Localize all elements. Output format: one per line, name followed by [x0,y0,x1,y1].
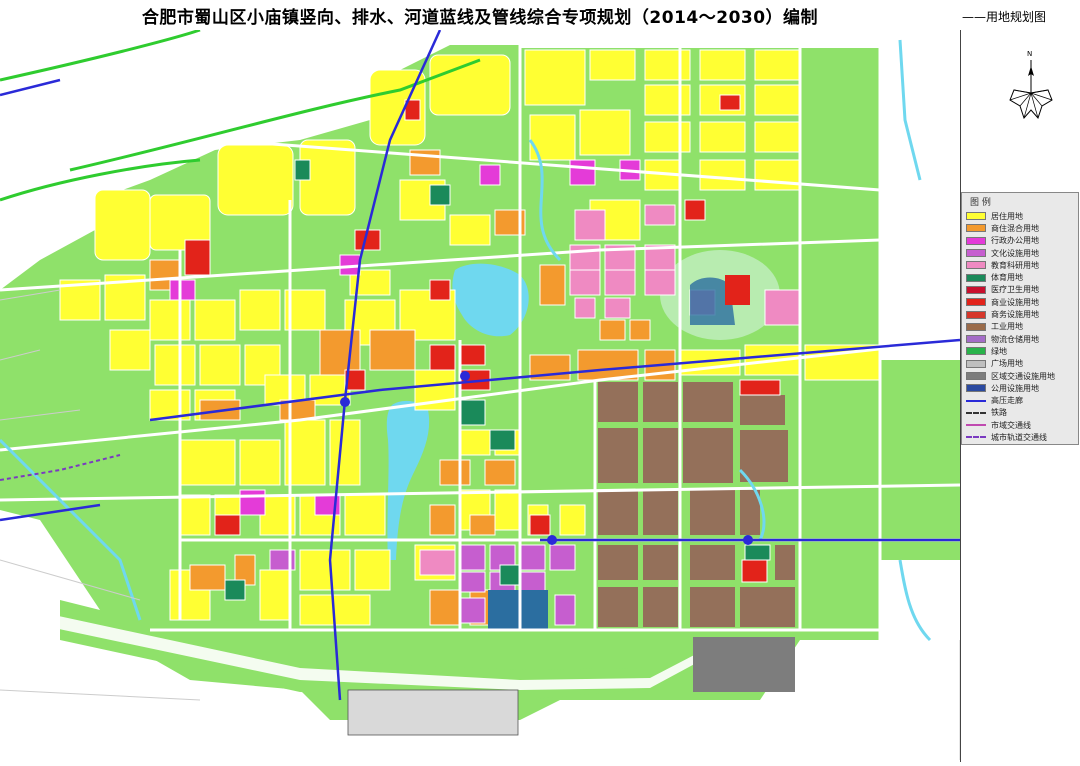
station-block [693,637,795,692]
legend-label: 文化设施用地 [991,248,1039,258]
legend-item: 行政办公用地 [962,235,1078,247]
legend-item: 体育用地 [962,271,1078,283]
legend-label: 高压走廊 [991,396,1023,406]
legend-line-symbol [966,411,986,414]
legend-item: 区域交通设施用地 [962,370,1078,382]
compass-rose-icon: N [1009,50,1053,119]
legend-label: 城市轨道交通线 [991,432,1047,442]
legend-line-symbol [966,424,986,427]
legend-item: 商业设施用地 [962,296,1078,308]
legend-item: 商住混合用地 [962,222,1078,234]
legend-swatch [966,212,986,221]
legend-item: 广场用地 [962,358,1078,370]
map-sheet: 合肥市蜀山区小庙镇竖向、排水、河道蓝线及管线综合专项规划（2014～2030）编… [0,0,1080,765]
legend-label: 居住用地 [991,211,1023,221]
legend-line-symbol [966,436,986,439]
legend-label: 商住混合用地 [991,223,1039,233]
legend-label: 体育用地 [991,273,1023,283]
map-legend: 图 例 居住用地商住混合用地 行政办公用地 文化设施用地 教育科研用地 体育用地医疗卫生… [961,192,1079,445]
compass-north-label: N [1027,50,1032,58]
legend-swatch [966,359,986,368]
legend-swatch [966,384,986,393]
land-use-map[interactable] [0,28,961,762]
legend-swatch [966,236,986,245]
legend-label: 物流仓储用地 [991,334,1039,344]
legend-item: 城市轨道交通线 [962,431,1078,443]
legend-swatch [966,372,986,380]
legend-label: 市域交通线 [991,420,1031,430]
land-use-map-canvas [0,28,961,762]
legend-label: 铁路 [991,408,1007,418]
legend-swatch [966,273,986,282]
legend-item: 铁路 [962,407,1078,419]
legend-label: 绿地 [991,346,1007,356]
legend-item: 绿地 [962,345,1078,357]
legend-label: 行政办公用地 [991,236,1039,246]
map-subtitle: ——用地规划图 [962,10,1047,24]
legend-swatch [966,322,986,331]
legend-item: 高压走廊 [962,394,1078,406]
legend-swatch [966,298,986,307]
legend-item: 工业用地 [962,321,1078,333]
map-title: 合肥市蜀山区小庙镇竖向、排水、河道蓝线及管线综合专项规划（2014～2030）编… [141,7,819,28]
legend-swatch [966,249,986,258]
legend-item: 市域交通线 [962,419,1078,431]
legend-swatch [966,261,986,270]
legend-item: 文化设施用地 [962,247,1078,259]
legend-label: 区域交通设施用地 [991,371,1055,381]
legend-label: 广场用地 [991,359,1023,369]
legend-label: 公用设施用地 [991,383,1039,393]
legend-line-symbol [966,399,986,402]
legend-label: 工业用地 [991,322,1023,332]
legend-label: 教育科研用地 [991,260,1039,270]
legend-swatch [966,347,986,356]
legend-swatch [966,285,986,294]
legend-heading: 图 例 [970,198,991,208]
legend-item: 居住用地 [962,210,1078,222]
legend-swatch [966,335,986,344]
north-arrow: N [1000,48,1062,128]
legend-item: 物流仓储用地 [962,333,1078,345]
legend-swatch [966,310,986,319]
legend-item: 公用设施用地 [962,382,1078,394]
legend-label: 商务设施用地 [991,310,1039,320]
legend-label: 医疗卫生用地 [991,285,1039,295]
legend-item: 商务设施用地 [962,308,1078,320]
legend-item: 教育科研用地 [962,259,1078,271]
legend-swatch [966,224,986,233]
legend-item: 医疗卫生用地 [962,284,1078,296]
legend-label: 商业设施用地 [991,297,1039,307]
